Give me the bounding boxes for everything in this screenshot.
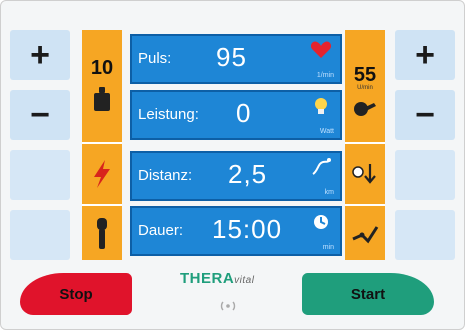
- resistance-mode-cell[interactable]: 10: [82, 30, 122, 140]
- start-label: Start: [350, 285, 386, 303]
- pulse-row: Puls: 95 1/min: [130, 34, 342, 84]
- lightning-icon: [94, 160, 110, 188]
- hand-sensor-cell[interactable]: [82, 208, 122, 260]
- distance-label: Distanz:: [138, 167, 193, 184]
- cadence-unit: U/min: [357, 85, 373, 91]
- left-blank-key-2[interactable]: [10, 210, 70, 260]
- pedal-icon: [354, 102, 376, 116]
- right-minus-button[interactable]: −: [395, 90, 455, 140]
- minus-icon: −: [415, 96, 435, 134]
- bulb-icon: [315, 98, 327, 114]
- pulse-unit: 1/min: [316, 72, 334, 79]
- duration-row: Dauer: 15:00 min: [130, 206, 342, 256]
- start-button[interactable]: Start: [302, 273, 434, 315]
- left-blank-key-1[interactable]: [10, 150, 70, 200]
- distance-value: 2,5: [228, 159, 268, 189]
- power-row: Leistung: 0 Watt: [130, 90, 342, 140]
- minus-icon: −: [30, 96, 50, 134]
- distance-row: Distanz: 2,5 km: [130, 151, 342, 201]
- brand-logo: THERAvital: [180, 270, 300, 296]
- plus-icon: +: [415, 36, 435, 74]
- leg-trainer-icon: [352, 226, 379, 244]
- plus-icon: +: [30, 36, 50, 74]
- timer-icon: [314, 215, 328, 229]
- cadence-mode-cell[interactable]: 55 U/min: [345, 30, 385, 140]
- pulse-value: 95: [216, 42, 247, 72]
- right-blank-key-1[interactable]: [395, 150, 455, 200]
- hand-grip-icon: [97, 218, 107, 249]
- cadence-level: 55: [353, 64, 377, 86]
- left-minus-button[interactable]: −: [10, 90, 70, 140]
- duration-unit: min: [322, 244, 334, 251]
- leg-trainer-cell[interactable]: [345, 208, 385, 260]
- right-plus-button[interactable]: +: [395, 30, 455, 80]
- left-mode-column: 10: [82, 30, 122, 260]
- heart-icon: [310, 41, 332, 58]
- power-unit: Watt: [319, 128, 334, 135]
- distance-icon: [312, 158, 331, 175]
- stop-label: Stop: [59, 285, 93, 303]
- power-value: 0: [236, 98, 252, 128]
- brand-name-part2: vital: [234, 275, 255, 286]
- left-plus-button[interactable]: +: [10, 30, 70, 80]
- duration-value: 15:00: [212, 214, 283, 244]
- pulse-label: Puls:: [138, 50, 172, 67]
- duration-label: Dauer:: [138, 222, 184, 239]
- distance-unit: km: [324, 189, 334, 196]
- stop-button[interactable]: Stop: [20, 273, 132, 315]
- direction-mode-cell[interactable]: [345, 148, 385, 200]
- wireless-icon: [220, 301, 236, 311]
- direction-icon: [352, 164, 376, 184]
- interval-mode-cell[interactable]: [82, 148, 122, 200]
- right-blank-key-2[interactable]: [395, 210, 455, 260]
- brand-name-part1: THERA: [180, 270, 235, 287]
- right-mode-column: 55 U/min: [345, 30, 385, 260]
- weight-icon: [94, 87, 110, 111]
- power-label: Leistung:: [138, 106, 199, 123]
- resistance-level: 10: [90, 57, 114, 79]
